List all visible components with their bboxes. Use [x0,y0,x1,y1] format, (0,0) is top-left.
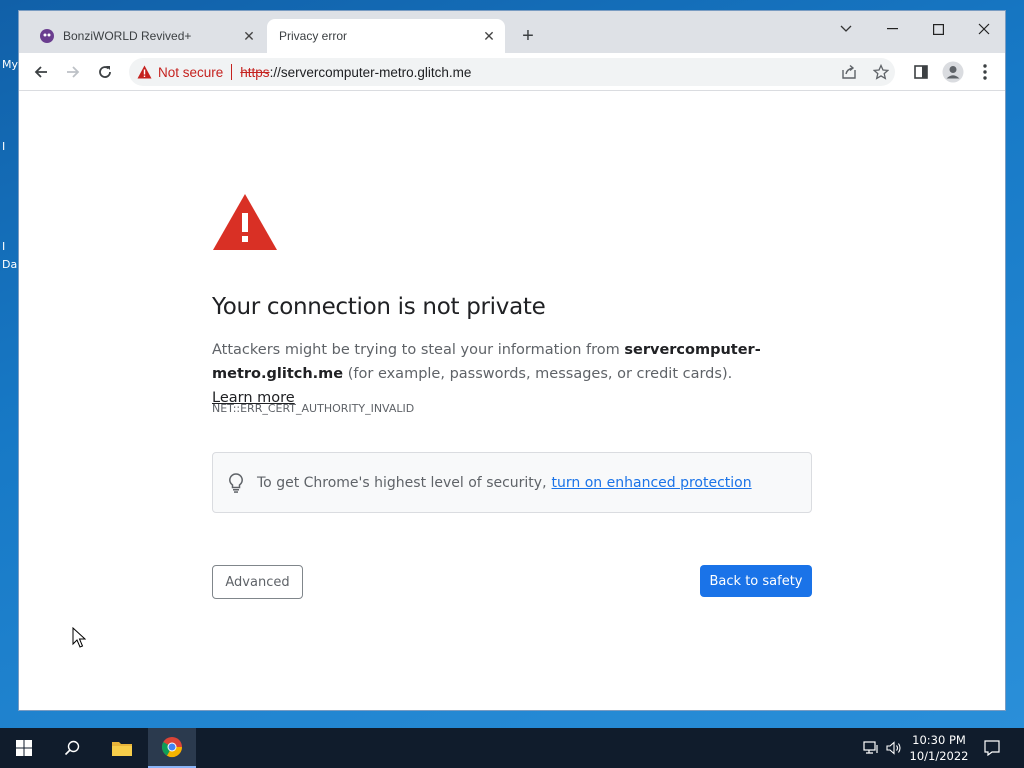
browser-window: BonziWORLD Revived+ ✕ Privacy error ✕ + [18,10,1006,711]
avatar-icon [942,61,964,83]
windows-logo-icon [16,740,32,756]
volume-tray-button[interactable] [884,728,904,768]
forward-button[interactable] [59,58,87,86]
warning-triangle-icon [212,193,278,256]
browser-titlebar: BonziWORLD Revived+ ✕ Privacy error ✕ + [19,11,1005,53]
enhanced-protection-link[interactable]: turn on enhanced protection [552,475,752,491]
search-icon [64,740,80,756]
start-button[interactable] [0,728,48,768]
description-prefix: Attackers might be trying to steal your … [212,342,625,358]
browser-toolbar: Not secure https ://servercomputer-metro… [19,53,1005,91]
notification-icon [984,740,1000,756]
warning-icon [137,65,152,79]
desktop-label-i[interactable]: I [2,140,5,153]
error-code[interactable]: NET::ERR_CERT_AUTHORITY_INVALID [212,402,414,415]
taskbar-clock[interactable]: 10:30 PM 10/1/2022 [905,732,973,764]
new-tab-button[interactable]: + [517,25,539,47]
chrome-taskbar-button[interactable] [148,728,196,768]
star-icon [873,64,889,80]
desktop-label-i-2[interactable]: I [2,240,5,253]
bookmark-button[interactable] [869,60,893,84]
taskbar: 10:30 PM 10/1/2022 [0,728,1024,768]
back-to-safety-button[interactable]: Back to safety [700,565,812,597]
address-separator [231,64,233,80]
arrow-right-icon [67,66,80,78]
reload-button[interactable] [91,58,119,86]
clock-date: 10/1/2022 [909,749,969,763]
tab-search-button[interactable] [823,15,869,43]
address-bar[interactable]: Not secure https ://servercomputer-metro… [129,58,895,86]
desktop-label-da[interactable]: Da [2,258,17,271]
url-scheme: https [240,64,270,80]
protection-text: To get Chrome's highest level of securit… [257,474,547,491]
reload-icon [99,66,111,78]
not-secure-label: Not secure [158,64,224,80]
close-icon [978,23,990,35]
advanced-button[interactable]: Advanced [212,565,303,599]
share-icon [842,64,856,79]
tab-label: Privacy error [279,29,348,43]
more-vertical-icon [983,64,987,80]
close-tab-icon[interactable]: ✕ [239,26,259,46]
side-panel-button[interactable] [907,58,935,86]
file-explorer-button[interactable] [98,728,146,768]
speaker-icon [886,741,901,755]
interstitial-page: Your connection is not private Attackers… [19,91,1005,711]
clock-time: 10:30 PM [912,733,966,747]
side-panel-icon [914,65,928,79]
security-indicator[interactable]: Not secure [137,65,223,80]
profile-button[interactable] [939,58,967,86]
maximize-button[interactable] [915,15,961,43]
page-title: Your connection is not private [212,294,546,320]
network-icon [863,741,878,754]
tab-bonziworld[interactable]: BonziWORLD Revived+ ✕ [27,19,265,53]
tab-label: BonziWORLD Revived+ [63,29,192,43]
maximize-icon [932,23,944,35]
chevron-down-icon [840,25,852,32]
minimize-button[interactable] [869,15,915,43]
bonzi-favicon-icon [39,28,55,44]
tab-privacy-error[interactable]: Privacy error ✕ [267,19,505,53]
search-button[interactable] [48,728,96,768]
desktop-label-my[interactable]: My [2,58,18,71]
folder-icon [112,742,132,756]
close-tab-icon[interactable]: ✕ [479,26,499,46]
lightbulb-icon [229,472,243,493]
warning-description: Attackers might be trying to steal your … [212,338,772,410]
enhanced-protection-box: To get Chrome's highest level of securit… [212,452,812,513]
url-text: ://servercomputer-metro.glitch.me [269,64,472,80]
close-window-button[interactable] [961,15,1007,43]
minimize-icon [886,28,898,30]
description-suffix: (for example, passwords, messages, or cr… [343,366,733,382]
arrow-left-icon [34,66,47,78]
network-tray-button[interactable] [860,728,882,768]
share-button[interactable] [837,60,861,84]
mouse-cursor-icon [72,626,87,654]
chrome-icon [161,737,183,758]
menu-button[interactable] [971,58,999,86]
notifications-button[interactable] [980,728,1004,768]
back-button[interactable] [27,58,55,86]
